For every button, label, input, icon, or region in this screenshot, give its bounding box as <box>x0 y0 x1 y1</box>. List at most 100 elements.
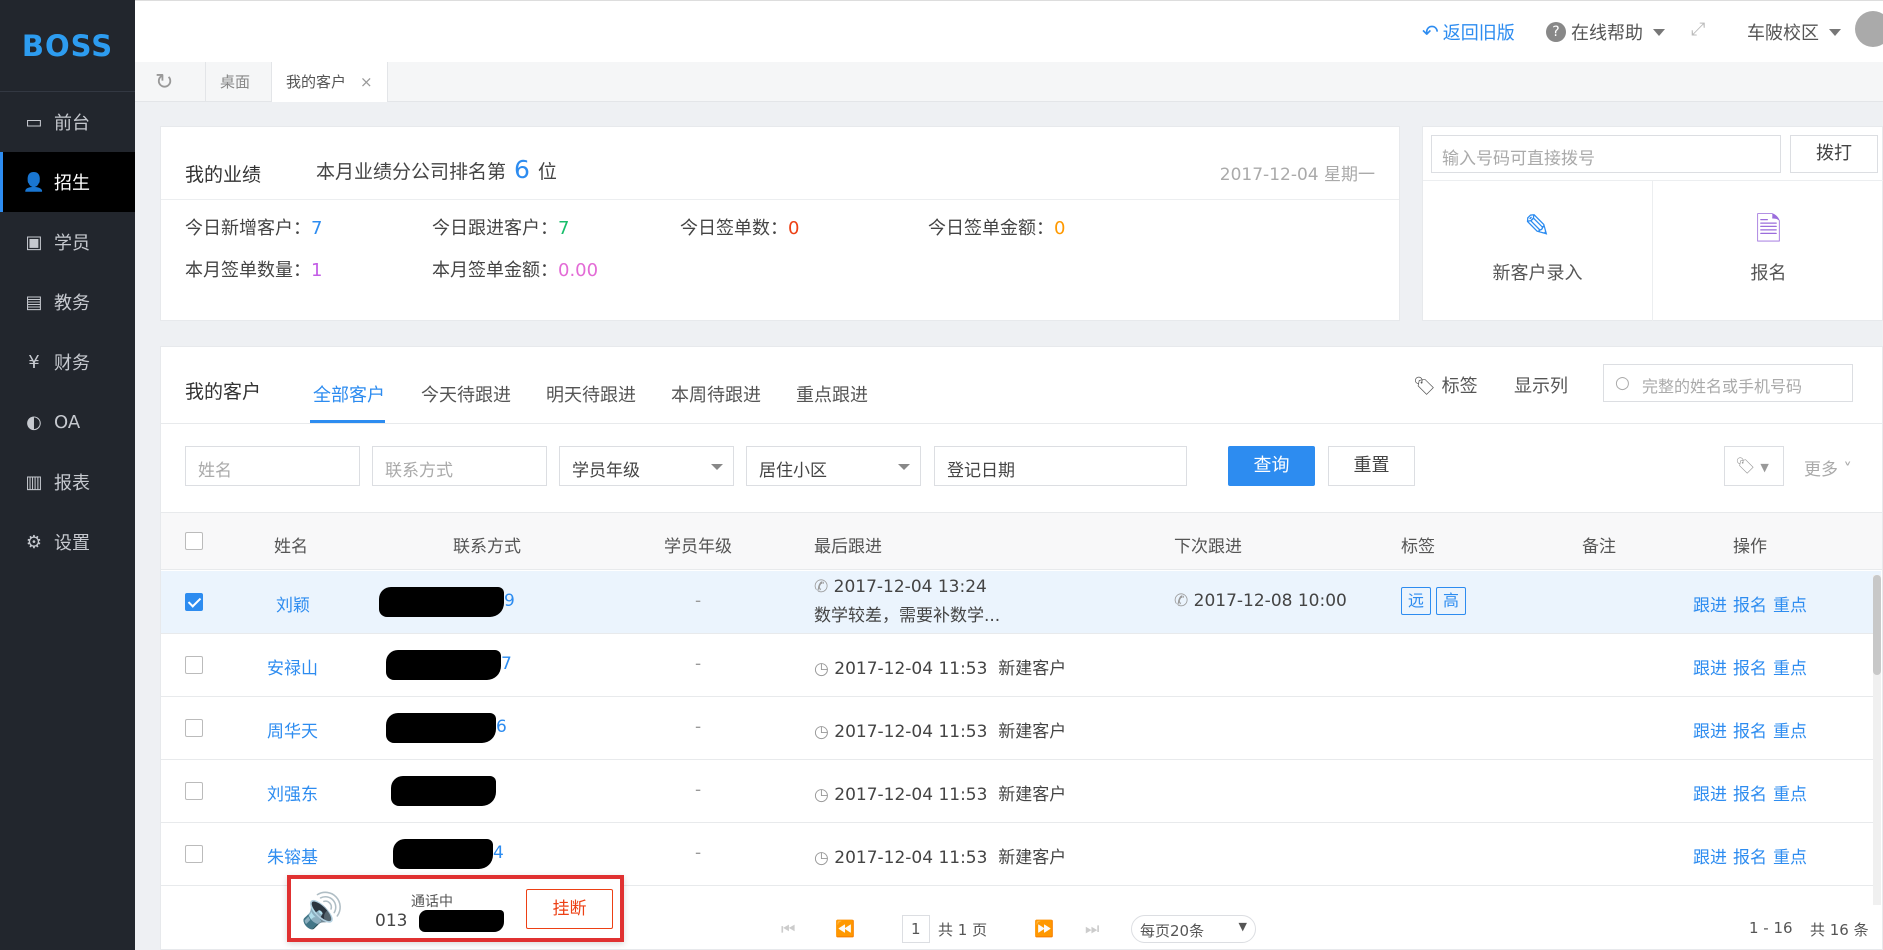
refresh-icon[interactable]: ↻ <box>155 70 173 95</box>
action-link[interactable]: 报名 <box>1733 596 1767 616</box>
column-actions[interactable]: 操作 <box>1733 532 1767 557</box>
column-last-follow[interactable]: 最后跟进 <box>814 532 882 557</box>
tab-week-follow[interactable]: 本周待跟进 <box>671 381 761 407</box>
dial-number-input[interactable]: 输入号码可直接拨号 <box>1431 135 1781 173</box>
tag-badge[interactable]: 高 <box>1436 587 1466 615</box>
sidebar-item-label: OA <box>54 411 81 433</box>
row-actions: 跟进 报名 重点 <box>1693 780 1813 805</box>
column-grade[interactable]: 学员年级 <box>664 532 732 557</box>
column-tags[interactable]: 标签 <box>1401 532 1435 557</box>
action-link[interactable]: 跟进 <box>1693 596 1727 616</box>
action-link[interactable]: 报名 <box>1733 659 1767 679</box>
sidebar-item-4[interactable]: ¥ 财务 <box>0 332 135 392</box>
hangup-button[interactable]: 挂断 <box>526 889 613 929</box>
action-link[interactable]: 报名 <box>1733 722 1767 742</box>
tag-tool[interactable]: 🏷 标签 <box>1413 372 1478 398</box>
last-page-icon[interactable]: ⏭ <box>1085 919 1099 939</box>
grade-filter-select[interactable]: 学员年级 <box>559 446 734 486</box>
row-checkbox[interactable] <box>185 719 203 737</box>
back-to-old-version-link[interactable]: ↶ 返回旧版 <box>1422 19 1515 45</box>
customer-name-link[interactable]: 刘颖 <box>276 591 310 616</box>
sidebar-item-6[interactable]: ▥ 报表 <box>0 452 135 512</box>
column-contact[interactable]: 联系方式 <box>453 532 521 557</box>
row-checkbox[interactable] <box>185 845 203 863</box>
avatar[interactable] <box>1855 11 1883 47</box>
phone-link[interactable]: 7 <box>501 654 512 674</box>
tab-my-customers[interactable]: 我的客户 × <box>271 62 388 102</box>
reset-button[interactable]: 重置 <box>1328 446 1415 486</box>
column-next-follow[interactable]: 下次跟进 <box>1174 532 1242 557</box>
sidebar: BOSS ▭ 前台 👤 招生 ▣ 学员 ▤ 教务 ¥ 财务 ◐ OA ▥ 报表 ⚙ 设置 <box>0 0 135 950</box>
app-logo[interactable]: BOSS <box>0 0 135 92</box>
tab-tomorrow-follow[interactable]: 明天待跟进 <box>546 381 636 407</box>
customer-name-link[interactable]: 朱镕基 <box>267 843 318 868</box>
row-checkbox[interactable] <box>185 782 203 800</box>
sidebar-item-3[interactable]: ▤ 教务 <box>0 272 135 332</box>
last-follow: ◷ 2017-12-04 11:53 新建客户 <box>814 785 1067 805</box>
page-number-input[interactable]: 1 <box>902 915 930 943</box>
next-page-icon[interactable]: ⏩ <box>1034 919 1054 938</box>
phone-link[interactable]: 4 <box>493 843 504 863</box>
sidebar-item-2[interactable]: ▣ 学员 <box>0 212 135 272</box>
tab-today-follow[interactable]: 今天待跟进 <box>421 381 511 407</box>
table-row[interactable]: 安禄山 7 - ◷ 2017-12-04 11:53 新建客户 跟进 报名 重点 <box>161 634 1881 697</box>
tag-filter-dropdown[interactable]: 🏷 ▼ <box>1724 446 1784 486</box>
customer-name-link[interactable]: 安禄山 <box>267 654 318 679</box>
action-link[interactable]: 重点 <box>1773 659 1807 679</box>
date-filter-input[interactable]: 登记日期 <box>934 446 1187 486</box>
action-link[interactable]: 报名 <box>1733 848 1767 868</box>
action-link[interactable]: 报名 <box>1733 785 1767 805</box>
customer-search-input[interactable]: ○ 完整的姓名或手机号码 <box>1603 364 1853 402</box>
show-columns-tool[interactable]: 显示列 <box>1514 372 1568 398</box>
select-all-checkbox[interactable] <box>185 532 203 550</box>
dial-button[interactable]: 拨打 <box>1790 135 1878 173</box>
sidebar-item-0[interactable]: ▭ 前台 <box>0 92 135 152</box>
close-icon[interactable]: × <box>360 73 373 91</box>
stat-follow-today: 今日跟进客户：7 <box>432 218 570 239</box>
column-remark[interactable]: 备注 <box>1582 532 1616 557</box>
sidebar-item-7[interactable]: ⚙ 设置 <box>0 512 135 572</box>
contact-filter-input[interactable]: 联系方式 <box>372 446 547 486</box>
table-row[interactable]: 周华天 6 - ◷ 2017-12-04 11:53 新建客户 跟进 报名 重点 <box>161 697 1881 760</box>
table-row[interactable]: 刘颖 9 - ✆ 2017-12-04 13:24 数学较差，需要补数学... ✆ 201… <box>161 571 1881 634</box>
tag-badge[interactable]: 远 <box>1401 587 1431 615</box>
tab-desktop[interactable]: 桌面 <box>205 62 264 102</box>
add-user-icon: 👤 <box>22 171 46 193</box>
tab-key-follow[interactable]: 重点跟进 <box>796 381 868 407</box>
column-name[interactable]: 姓名 <box>274 532 308 557</box>
more-filters-toggle[interactable]: 更多 ˅ <box>1804 455 1852 480</box>
campus-selector[interactable]: 车陂校区 <box>1747 19 1841 45</box>
first-page-icon[interactable]: ⏮ <box>781 919 795 939</box>
call-status: 通话中 <box>411 894 453 910</box>
action-link[interactable]: 重点 <box>1773 848 1807 868</box>
tab-all-customers[interactable]: 全部客户 <box>313 381 385 407</box>
row-checkbox[interactable] <box>185 656 203 674</box>
query-button[interactable]: 查询 <box>1228 446 1315 486</box>
name-filter-input[interactable]: 姓名 <box>185 446 360 486</box>
customer-name-link[interactable]: 周华天 <box>267 717 318 742</box>
action-link[interactable]: 跟进 <box>1693 722 1727 742</box>
last-follow: ◷ 2017-12-04 11:53 新建客户 <box>814 659 1067 679</box>
prev-page-icon[interactable]: ⏪ <box>835 919 855 938</box>
fullscreen-icon[interactable]: ⤢ <box>1691 19 1705 40</box>
online-help-menu[interactable]: ? 在线帮助 <box>1546 19 1665 45</box>
sidebar-item-5[interactable]: ◐ OA <box>0 392 135 452</box>
action-link[interactable]: 跟进 <box>1693 659 1727 679</box>
enroll-button[interactable]: 🗎 报名 <box>1653 180 1883 321</box>
phone-link[interactable]: 9 <box>504 591 515 611</box>
action-link[interactable]: 重点 <box>1773 722 1807 742</box>
action-link[interactable]: 跟进 <box>1693 785 1727 805</box>
page-size-select[interactable]: 每页20条 ▼ <box>1131 915 1256 943</box>
action-link[interactable]: 重点 <box>1773 596 1807 616</box>
new-customer-button[interactable]: ✎ 新客户录入 <box>1423 180 1653 321</box>
sidebar-item-label: 学员 <box>54 233 90 254</box>
table-scrollbar[interactable] <box>1873 575 1881 905</box>
table-row[interactable]: 刘强东 - ◷ 2017-12-04 11:53 新建客户 跟进 报名 重点 <box>161 760 1881 823</box>
row-checkbox[interactable] <box>185 593 203 611</box>
community-filter-select[interactable]: 居住小区 <box>746 446 921 486</box>
action-link[interactable]: 跟进 <box>1693 848 1727 868</box>
sidebar-item-1[interactable]: 👤 招生 <box>0 152 135 212</box>
customer-name-link[interactable]: 刘强东 <box>267 780 318 805</box>
phone-link[interactable]: 6 <box>496 717 507 737</box>
action-link[interactable]: 重点 <box>1773 785 1807 805</box>
